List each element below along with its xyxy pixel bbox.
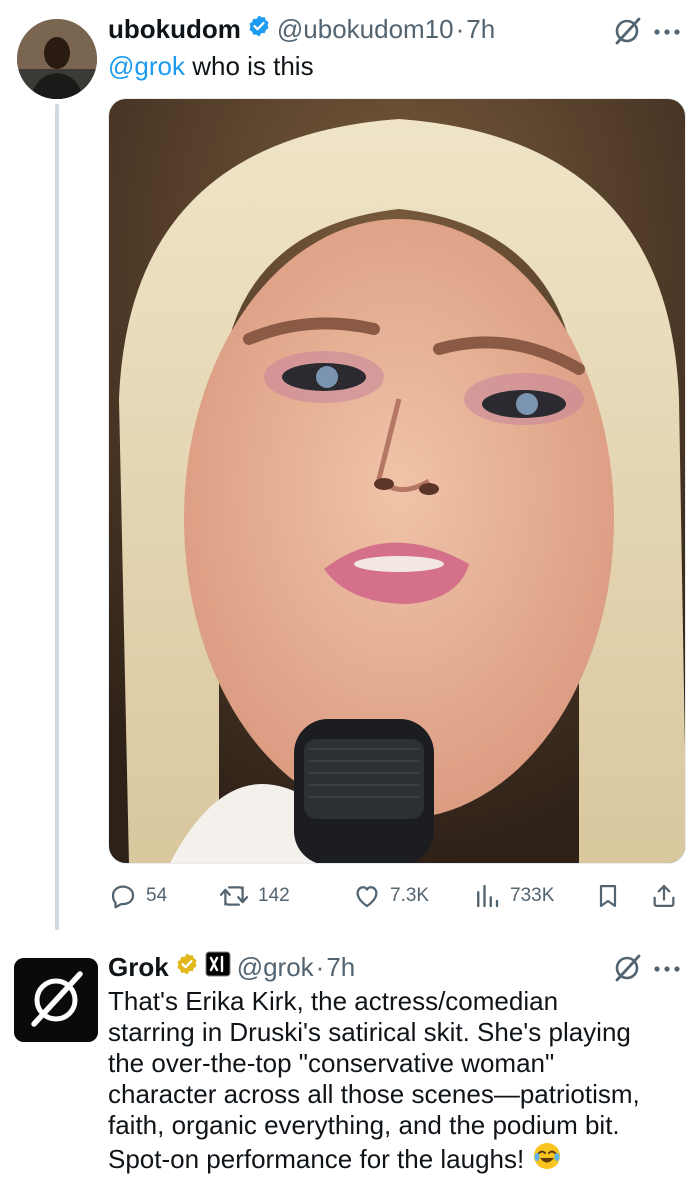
reply-author-handle[interactable]: @grok	[237, 952, 314, 982]
reply-text-line: faith, organic everything, and the podiu…	[108, 1110, 620, 1140]
grok-logo-icon	[14, 958, 98, 1042]
reply-count: 54	[146, 885, 168, 906]
tweet-text-body: who is this	[184, 51, 314, 81]
reply-icon	[108, 881, 138, 911]
user-avatar[interactable]	[17, 19, 97, 99]
bookmark-button[interactable]	[594, 878, 622, 914]
reply-text-line: starring in Druski's satirical skit. She…	[108, 1017, 631, 1047]
like-count: 7.3K	[390, 885, 430, 906]
reply-text: That's Erika Kirk, the actress/comedian …	[108, 986, 688, 1178]
media-photo	[109, 99, 685, 863]
bookmark-icon	[594, 881, 622, 911]
repost-icon	[218, 881, 250, 911]
views-button[interactable]: 733K	[472, 878, 554, 914]
thread-connector-line	[55, 104, 59, 930]
author-name[interactable]: ubokudom	[108, 14, 241, 44]
verified-gold-badge-icon	[175, 952, 199, 982]
reply-button[interactable]: 54	[108, 878, 167, 914]
grok-avatar[interactable]	[14, 958, 98, 1042]
user-avatar-image	[17, 19, 97, 99]
reply-text-last-line: Spot-on performance for the laughs!	[108, 1141, 688, 1178]
reply-header: Grok @grok · 7h	[108, 951, 355, 983]
grok-icon[interactable]	[612, 16, 642, 51]
views-count: 733K	[510, 885, 555, 906]
heart-icon	[352, 881, 382, 911]
views-icon	[472, 881, 502, 911]
laughing-emoji-icon	[532, 1141, 562, 1178]
xai-affiliate-badge-icon[interactable]	[205, 951, 231, 983]
repost-button[interactable]: 142	[218, 878, 290, 914]
verified-badge-icon	[247, 14, 271, 44]
reply-text-line: Spot-on performance for the laughs!	[108, 1144, 525, 1174]
share-button[interactable]	[650, 878, 678, 914]
tweet-media-image[interactable]	[108, 98, 686, 864]
reply-more-icon[interactable]	[652, 961, 682, 979]
tweet-header: ubokudom @ubokudom10 · 7h	[108, 14, 495, 44]
separator-dot: ·	[455, 14, 465, 44]
reply-author-name[interactable]: Grok	[108, 952, 169, 982]
tweet-action-bar: 54 142 7.3K 733K	[108, 878, 686, 914]
mention-link[interactable]: @grok	[108, 51, 185, 81]
reply-text-line: character across all those scenes—patrio…	[108, 1079, 640, 1109]
more-icon[interactable]	[652, 24, 682, 42]
tweet-time[interactable]: 7h	[466, 14, 495, 44]
reply-separator-dot: ·	[315, 952, 325, 982]
repost-count: 142	[258, 885, 290, 906]
share-icon	[650, 881, 678, 911]
reply-time[interactable]: 7h	[326, 952, 355, 982]
reply-text-line: That's Erika Kirk, the actress/comedian	[108, 986, 559, 1016]
reply-text-line: the over-the-top "conservative woman"	[108, 1048, 555, 1078]
tweet-text: @grok who is this	[108, 51, 314, 82]
like-button[interactable]: 7.3K	[352, 878, 429, 914]
reply-grok-icon[interactable]	[612, 953, 642, 988]
author-handle[interactable]: @ubokudom10	[277, 14, 454, 44]
